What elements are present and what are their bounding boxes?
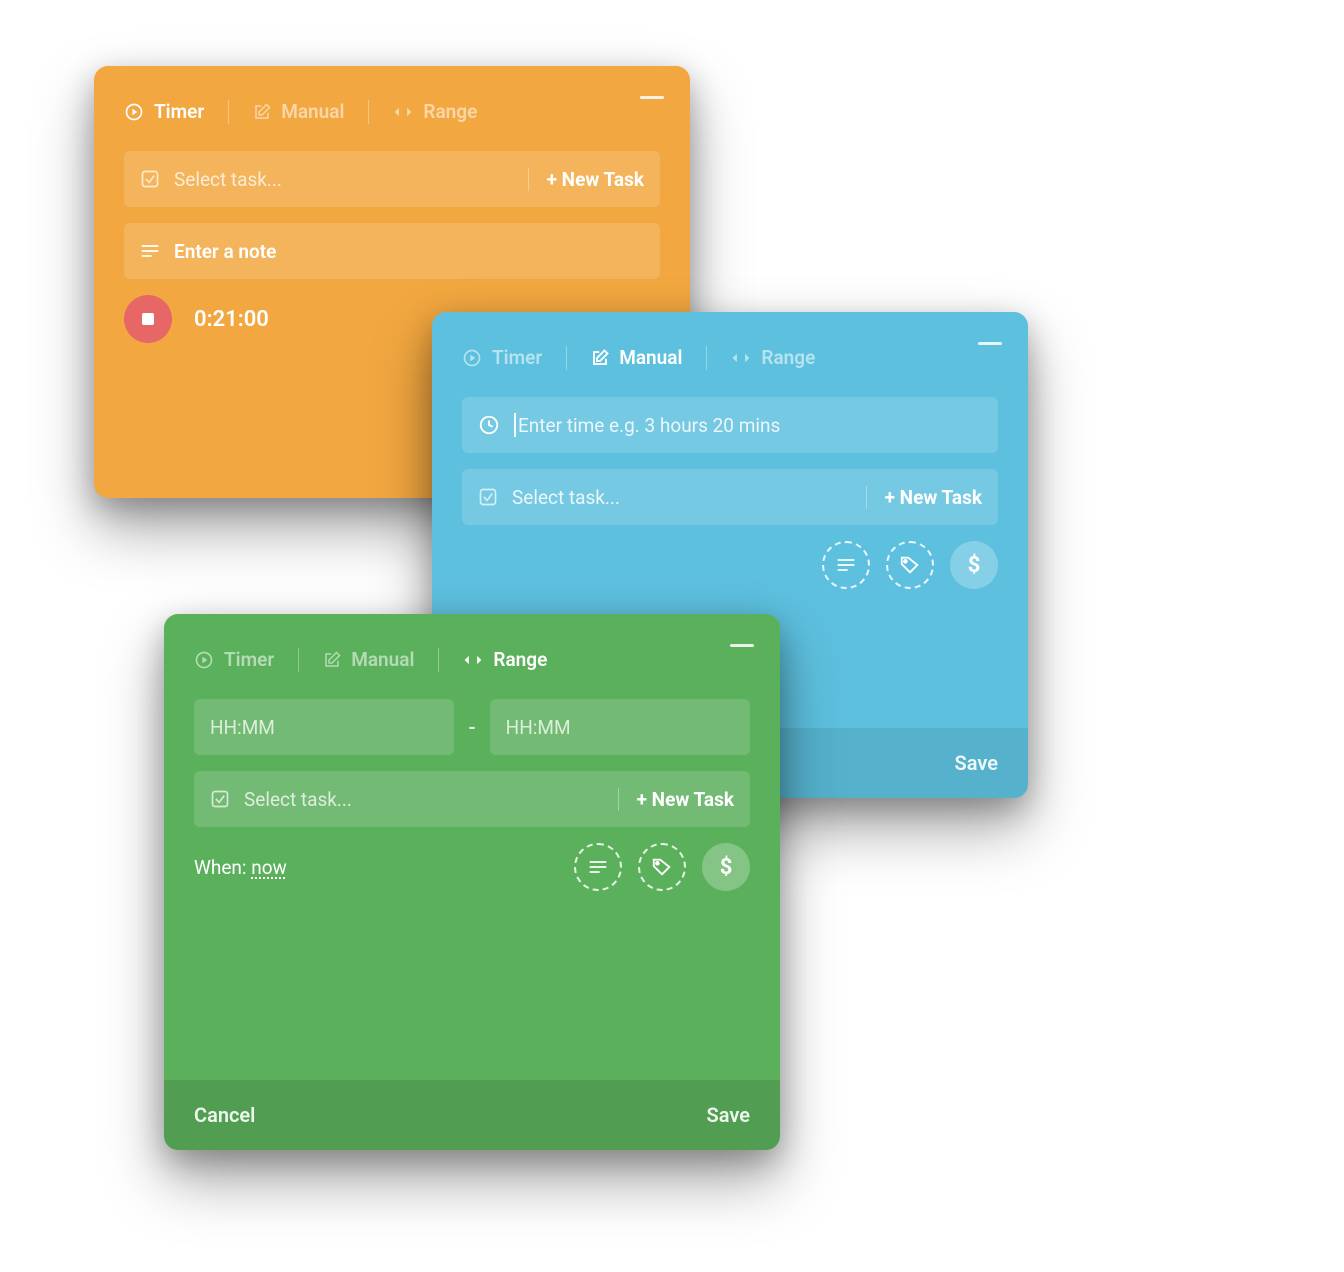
add-tag-button[interactable]	[886, 541, 934, 589]
range-card: Timer Manual Range HH:MM - HH:MM	[164, 614, 780, 1150]
tab-separator	[298, 648, 299, 672]
time-placeholder: Enter time e.g. 3 hours 20 mins	[518, 414, 982, 437]
tab-manual[interactable]: Manual	[253, 94, 344, 129]
start-time-input[interactable]: HH:MM	[194, 699, 454, 755]
select-task-field[interactable]: Select task... + New Task	[194, 771, 750, 827]
note-lines-icon	[588, 859, 608, 875]
note-lines-icon	[140, 243, 160, 259]
minimize-button[interactable]	[640, 96, 664, 99]
tab-manual[interactable]: Manual	[591, 340, 682, 375]
range-icon	[463, 652, 483, 668]
text-cursor	[514, 413, 516, 437]
add-note-button[interactable]	[574, 843, 622, 891]
minimize-button[interactable]	[978, 342, 1002, 345]
select-task-field[interactable]: Select task... + New Task	[124, 151, 660, 207]
minimize-button[interactable]	[730, 644, 754, 647]
when-text[interactable]: When: now	[194, 856, 287, 879]
check-square-icon	[140, 169, 160, 189]
range-separator: -	[468, 715, 475, 739]
card-footer: Cancel Save	[164, 1080, 780, 1150]
tag-icon	[651, 856, 673, 878]
tab-label: Timer	[224, 648, 274, 671]
tab-range[interactable]: Range	[731, 340, 815, 375]
time-range-row: HH:MM - HH:MM	[194, 699, 750, 755]
tab-separator	[438, 648, 439, 672]
range-icon	[393, 104, 413, 120]
save-button[interactable]: Save	[955, 751, 998, 775]
check-square-icon	[210, 789, 230, 809]
new-task-button[interactable]: + New Task	[866, 486, 982, 509]
select-task-placeholder: Select task...	[174, 168, 520, 191]
play-circle-icon	[462, 348, 482, 368]
new-task-button[interactable]: + New Task	[618, 788, 734, 811]
edit-icon	[591, 349, 609, 367]
stop-button[interactable]	[124, 295, 172, 343]
tab-label: Timer	[154, 100, 204, 123]
tabs: Timer Manual Range	[194, 642, 750, 677]
tab-label: Manual	[281, 100, 344, 123]
tab-timer[interactable]: Timer	[124, 94, 204, 129]
tab-timer[interactable]: Timer	[462, 340, 542, 375]
tab-manual[interactable]: Manual	[323, 642, 414, 677]
add-note-button[interactable]	[822, 541, 870, 589]
tabs: Timer Manual Range	[462, 340, 998, 375]
range-icon	[731, 350, 751, 366]
option-buttons: $	[574, 843, 750, 891]
note-placeholder: Enter a note	[174, 240, 644, 263]
dollar-icon: $	[968, 553, 981, 578]
tab-timer[interactable]: Timer	[194, 642, 274, 677]
add-tag-button[interactable]	[638, 843, 686, 891]
option-buttons: $	[462, 541, 998, 589]
tab-separator	[368, 100, 369, 124]
tab-separator	[706, 346, 707, 370]
select-task-placeholder: Select task...	[244, 788, 610, 811]
hhmm-placeholder: HH:MM	[506, 716, 734, 739]
when-label: When:	[194, 856, 247, 879]
tab-label: Manual	[351, 648, 414, 671]
tab-label: Range	[493, 648, 547, 671]
end-time-input[interactable]: HH:MM	[490, 699, 750, 755]
when-row: When: now $	[194, 843, 750, 909]
tab-label: Range	[761, 346, 815, 369]
tab-range[interactable]: Range	[463, 642, 547, 677]
time-input[interactable]: Enter time e.g. 3 hours 20 mins	[462, 397, 998, 453]
edit-icon	[323, 651, 341, 669]
play-circle-icon	[124, 102, 144, 122]
tab-range[interactable]: Range	[393, 94, 477, 129]
new-task-button[interactable]: + New Task	[528, 168, 644, 191]
stop-icon	[142, 313, 154, 325]
tabs: Timer Manual Range	[124, 94, 660, 129]
billable-button[interactable]: $	[950, 541, 998, 589]
tag-icon	[899, 554, 921, 576]
tab-label: Timer	[492, 346, 542, 369]
note-lines-icon	[836, 557, 856, 573]
cancel-button[interactable]: Cancel	[194, 1103, 255, 1127]
clock-icon	[478, 414, 500, 436]
when-value[interactable]: now	[251, 856, 287, 879]
tab-separator	[228, 100, 229, 124]
elapsed-time: 0:21:00	[194, 307, 269, 332]
dollar-icon: $	[720, 855, 733, 880]
tab-label: Manual	[619, 346, 682, 369]
play-circle-icon	[194, 650, 214, 670]
billable-button[interactable]: $	[702, 843, 750, 891]
select-task-field[interactable]: Select task... + New Task	[462, 469, 998, 525]
check-square-icon	[478, 487, 498, 507]
note-field[interactable]: Enter a note	[124, 223, 660, 279]
hhmm-placeholder: HH:MM	[210, 716, 438, 739]
tab-separator	[566, 346, 567, 370]
save-button[interactable]: Save	[707, 1103, 750, 1127]
edit-icon	[253, 103, 271, 121]
select-task-placeholder: Select task...	[512, 486, 858, 509]
tab-label: Range	[423, 100, 477, 123]
